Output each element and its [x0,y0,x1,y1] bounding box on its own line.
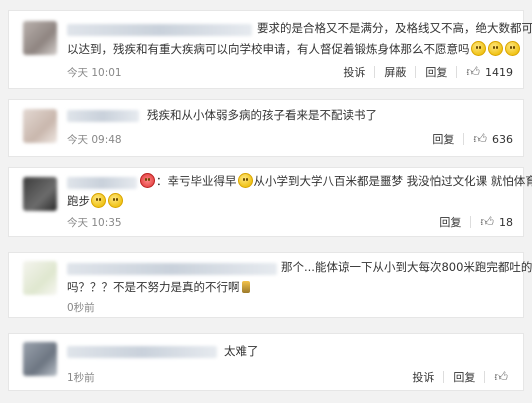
comment-text: 要求的是合格又不是满分，及格线又不高，绝大数都可 [257,18,532,39]
username-blurred[interactable] [67,110,139,122]
like-count: 18 [499,215,513,229]
comment-text: 残疾和从小体弱多病的孩子看来是不配读书了 [147,105,377,126]
thumbs-up-icon: 👍︎ [480,214,494,230]
username-blurred[interactable] [67,24,252,36]
comment-text: 太难了 [224,341,259,362]
username-blurred[interactable] [67,346,217,358]
reply-button[interactable]: 回复 [444,369,484,385]
comment-text: 跑步 [67,191,124,212]
report-button[interactable]: 投诉 [334,64,374,80]
comment-line-1: 残疾和从小体弱多病的孩子看来是不配读书了 [147,108,377,122]
comment-line-1: 那个...能体谅一下从小到大每次800米跑完都吐的孩子 [281,260,532,274]
thumbs-up-icon: 👍︎ [473,131,487,147]
like-button[interactable]: 👍︎ 1419 [457,66,513,79]
comment-line-1: 太难了 [224,344,259,358]
comment-actions: 回复 👍︎ 18 [430,214,513,230]
comment-text: 那个...能体谅一下从小到大每次800米跑完都吐的孩子 [281,257,532,278]
comment-time: 今天 10:35 [67,217,122,229]
comment-actions: 投诉 回复 👍︎ [403,369,513,385]
comment-line-1: 要求的是合格又不是满分，及格线又不高，绝大数都可 [257,21,532,35]
comment-line-1b: 从小学到大学八百米都是噩梦 我没怕过文化课 就怕体育课 [253,174,532,188]
comment-actions: 投诉 屏蔽 回复 👍︎ 1419 [334,64,513,80]
reply-button[interactable]: 回复 [416,64,456,80]
username-blurred[interactable] [67,177,137,189]
avatar[interactable] [23,342,57,376]
avatar[interactable] [23,177,57,211]
comment-card-5: 太难了 1秒前 投诉 回复 👍︎ [8,333,524,391]
comment-text: ：幸亏毕业得早 从小学到大学八百米都是噩梦 我没怕过文化课 就怕体育课 [139,171,532,192]
comment-line-2: 吗？？？不是不努力是真的不行啊 [67,280,240,294]
grinning-emoji-icon [487,41,503,56]
grinning-emoji-icon [470,41,486,56]
comment-card-4: 那个...能体谅一下从小到大每次800米跑完都吐的孩子 吗？？？不是不努力是真的… [8,252,532,318]
grinning-emoji-icon [237,173,253,188]
grinning-emoji-icon [91,193,106,208]
comment-text: 以达到，残疾和有重大疾病可以向学校申请，有人督促着锻炼身体那么不愿意吗 [67,39,521,60]
reply-button[interactable]: 回复 [430,214,470,230]
comment-line-2: 以达到，残疾和有重大疾病可以向学校申请，有人督促着锻炼身体那么不愿意吗 [67,42,470,56]
comment-text: 吗？？？不是不努力是真的不行啊 [67,277,250,298]
comment-card-1: 要求的是合格又不是满分，及格线又不高，绝大数都可 以达到，残疾和有重大疾病可以向… [8,10,532,89]
avatar[interactable] [23,261,57,295]
grinning-emoji-icon [504,41,520,56]
like-count: 1419 [485,65,513,79]
username-blurred[interactable] [67,263,277,275]
thumbs-up-icon: 👍︎ [494,369,508,385]
candle-emoji-icon [241,281,250,293]
avatar[interactable] [23,21,57,55]
like-button[interactable]: 👍︎ 636 [464,133,513,146]
comment-time: 今天 10:01 [67,67,122,79]
emoji-icon [140,173,155,188]
report-button[interactable]: 投诉 [403,369,443,385]
thumbs-up-icon: 👍︎ [466,64,480,80]
comment-actions: 回复 👍︎ 636 [423,131,513,147]
comment-card-2: 残疾和从小体弱多病的孩子看来是不配读书了 今天 09:48 回复 👍︎ 636 [8,99,524,157]
avatar[interactable] [23,109,57,143]
block-button[interactable]: 屏蔽 [375,64,415,80]
like-count: 636 [492,132,513,146]
comment-card-3: ：幸亏毕业得早 从小学到大学八百米都是噩梦 我没怕过文化课 就怕体育课 跑步 今天… [8,167,532,237]
comment-time: 0秒前 [67,302,95,314]
reply-button[interactable]: 回复 [423,131,463,147]
comment-time: 1秒前 [67,372,95,384]
grinning-emoji-icon [108,193,123,208]
like-button[interactable]: 👍︎ [485,371,513,384]
comment-line-2: 跑步 [67,194,90,208]
like-button[interactable]: 👍︎ 18 [471,216,513,229]
comment-time: 今天 09:48 [67,134,122,146]
comment-line-1a: ：幸亏毕业得早 [156,174,237,188]
